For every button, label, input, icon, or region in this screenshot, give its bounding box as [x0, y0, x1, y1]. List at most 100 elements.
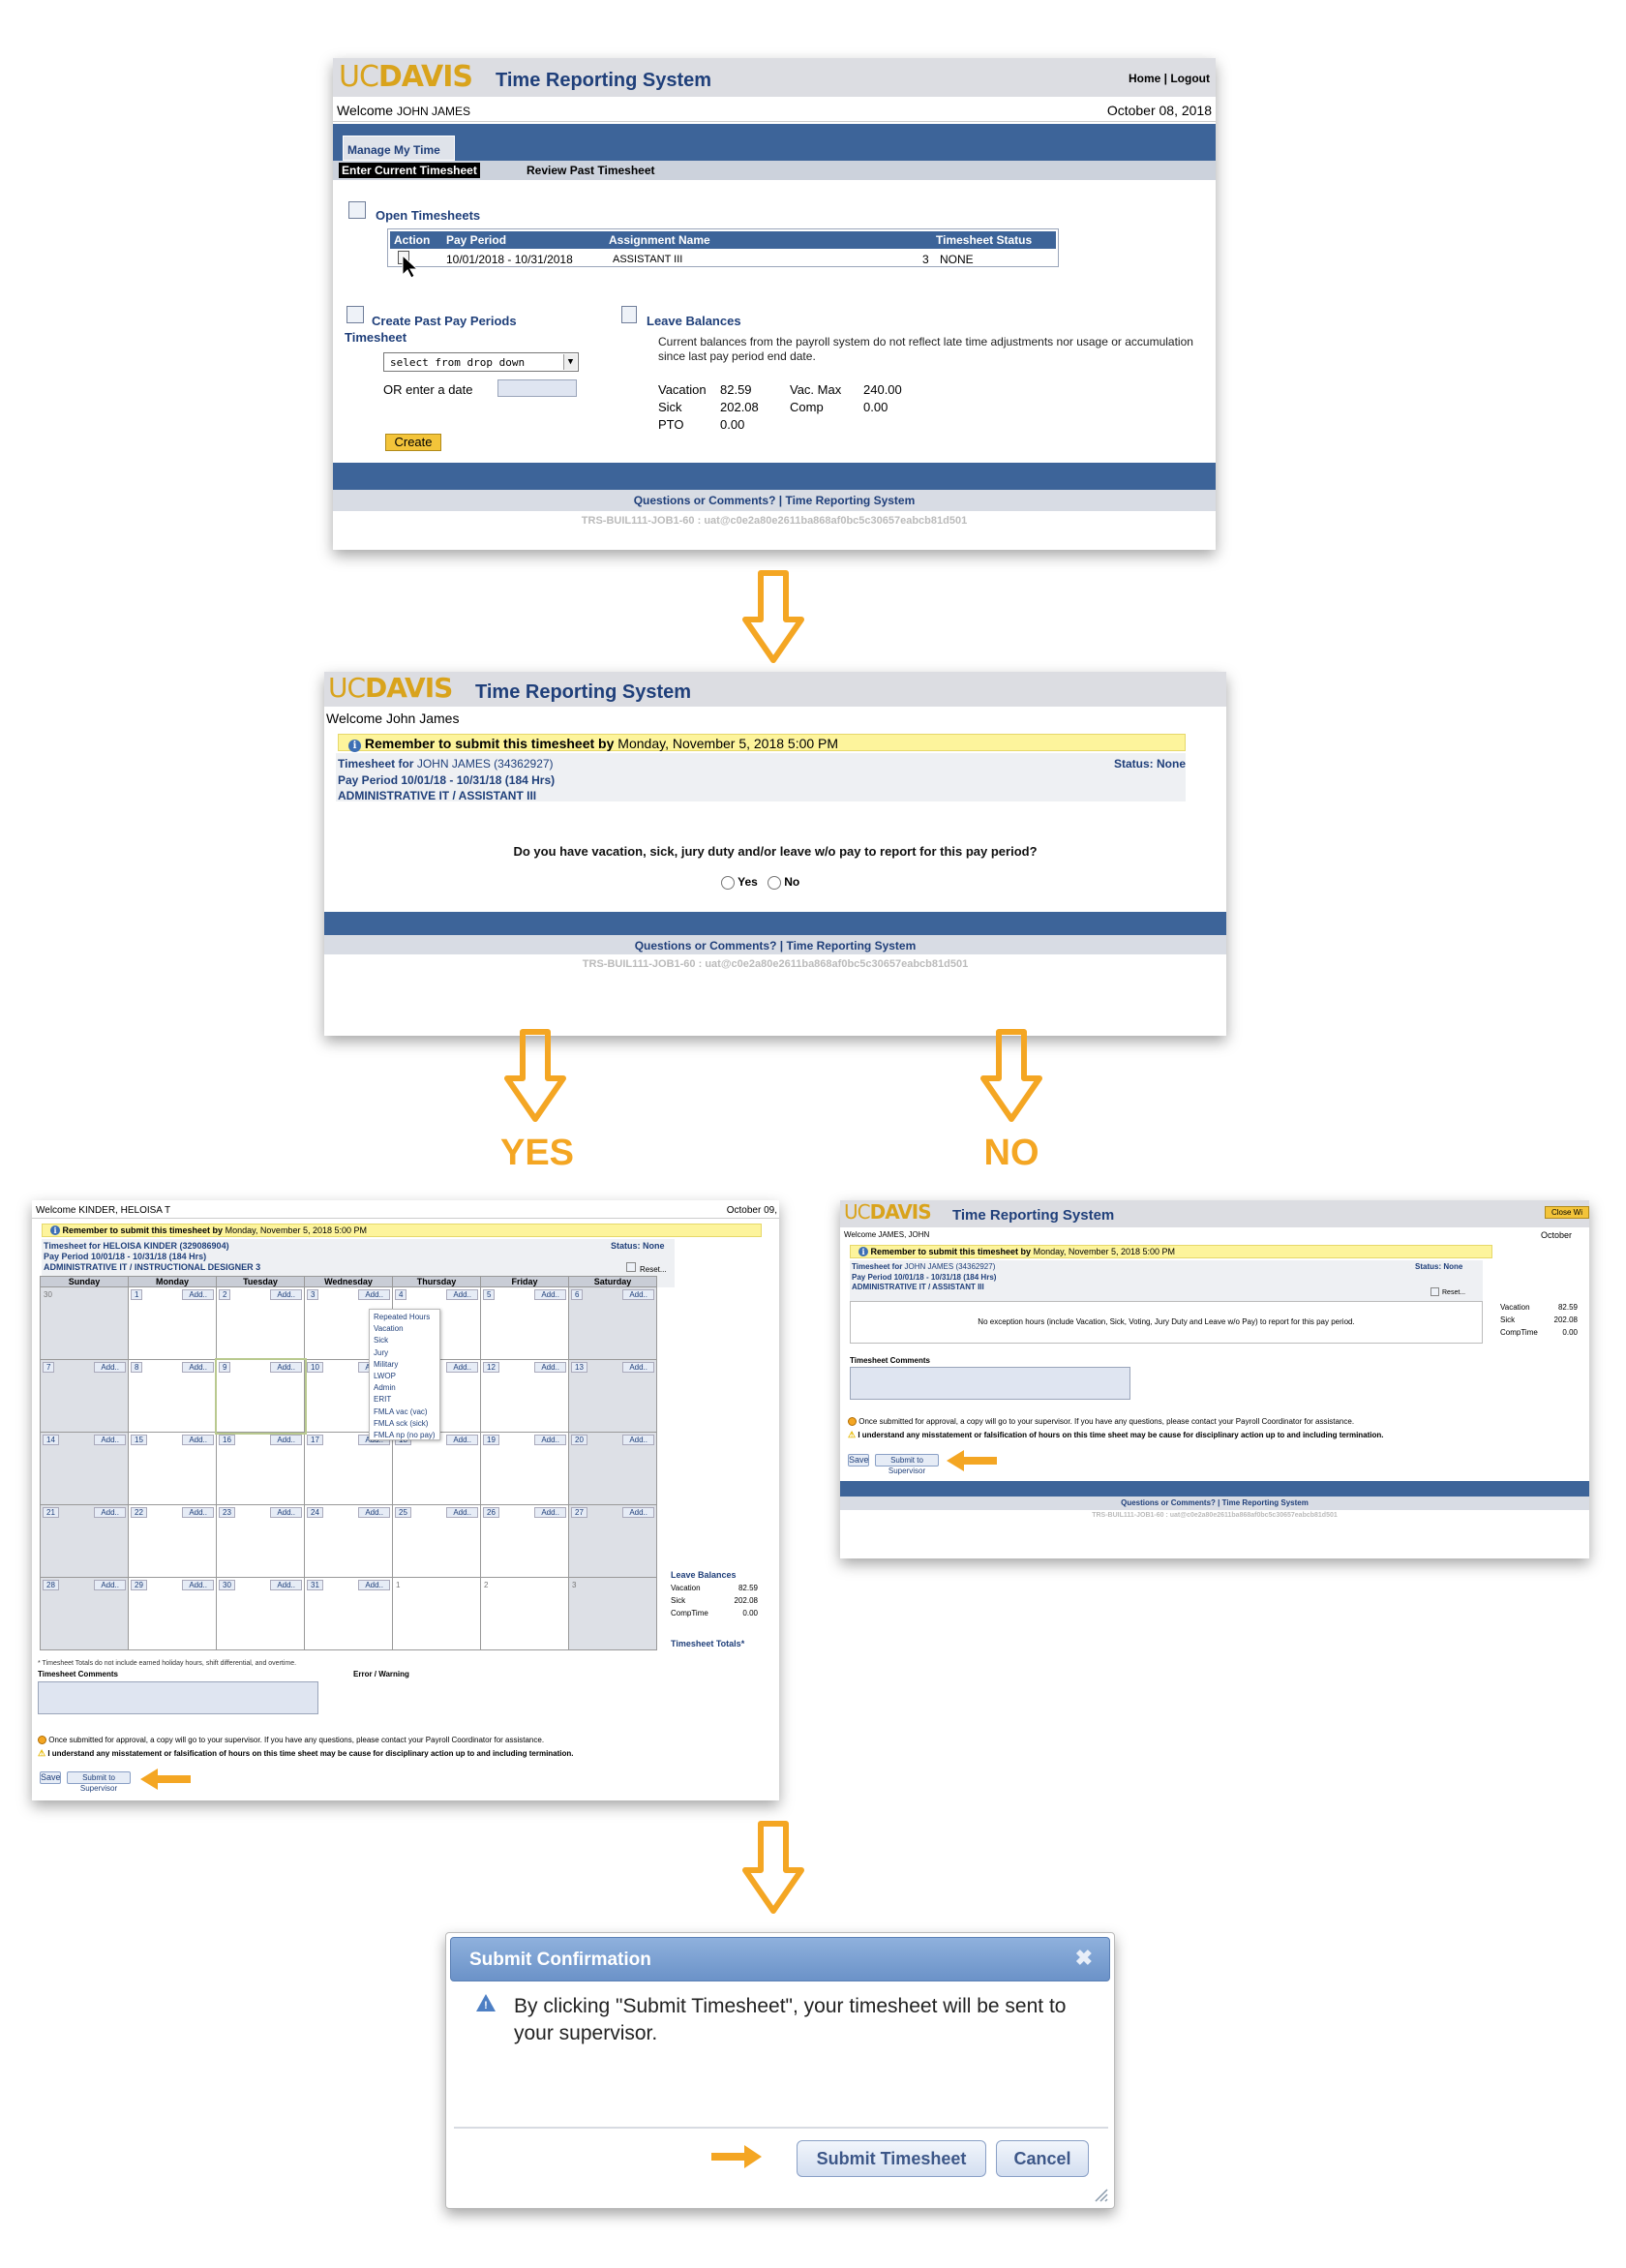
add-hours-link[interactable]: Add..: [94, 1580, 126, 1590]
add-hours-link[interactable]: Add..: [358, 1289, 390, 1300]
add-hours-link[interactable]: Add..: [446, 1289, 478, 1300]
calendar-day-cell[interactable]: Add.. 30: [216, 1577, 305, 1650]
calendar-day-cell[interactable]: Add.. 15: [128, 1432, 217, 1505]
submit-to-supervisor-button[interactable]: Submit to Supervisor: [67, 1771, 131, 1793]
add-hours-link[interactable]: Add..: [270, 1289, 302, 1300]
add-hours-link[interactable]: Add..: [270, 1507, 302, 1518]
menu-item[interactable]: Repeated Hours: [374, 1312, 436, 1323]
reset-link[interactable]: Reset...: [640, 1265, 667, 1274]
tab-manage-my-time[interactable]: Manage My Time: [343, 136, 455, 161]
save-button[interactable]: Save: [848, 1454, 869, 1467]
questions-link[interactable]: Questions or Comments?: [1121, 1498, 1216, 1507]
add-hours-link[interactable]: Add..: [534, 1289, 566, 1300]
calendar-day-cell[interactable]: Add.. 27: [568, 1504, 657, 1578]
menu-item[interactable]: LWOP: [374, 1371, 436, 1382]
reset-icon[interactable]: [626, 1262, 636, 1272]
add-hours-menu[interactable]: Repeated Hours Vacation Sick Jury Military LW…: [369, 1309, 440, 1440]
add-hours-link[interactable]: Add..: [270, 1435, 302, 1445]
questions-link[interactable]: Questions or Comments?: [635, 939, 777, 953]
trs-link[interactable]: Time Reporting System: [786, 939, 916, 953]
calendar-day-cell[interactable]: Add.. 29: [128, 1577, 217, 1650]
comments-textarea[interactable]: [850, 1367, 1130, 1400]
add-hours-link[interactable]: Add..: [94, 1435, 126, 1445]
add-hours-link[interactable]: Add..: [182, 1580, 214, 1590]
calendar-day-cell[interactable]: Add.. 23: [216, 1504, 305, 1578]
submit-timesheet-button[interactable]: Submit Timesheet: [797, 2140, 986, 2177]
add-hours-link[interactable]: Add..: [446, 1362, 478, 1373]
calendar-day-cell[interactable]: Add.. 26: [480, 1504, 569, 1578]
calendar-day-cell[interactable]: Add.. 22: [128, 1504, 217, 1578]
calendar-day-cell[interactable]: 30: [40, 1286, 129, 1360]
trs-link[interactable]: Time Reporting System: [785, 494, 915, 507]
add-hours-link[interactable]: Add..: [182, 1362, 214, 1373]
calendar-day-cell[interactable]: Add.. 25: [392, 1504, 481, 1578]
reset-link[interactable]: Reset...: [1442, 1289, 1465, 1296]
questions-link[interactable]: Questions or Comments?: [634, 494, 776, 507]
submit-to-supervisor-button[interactable]: Submit to Supervisor: [875, 1454, 939, 1475]
close-icon[interactable]: ✖: [1075, 1946, 1093, 1971]
menu-item[interactable]: Sick: [374, 1335, 436, 1346]
add-hours-link[interactable]: Add..: [622, 1362, 654, 1373]
calendar-day-cell[interactable]: Add.. 7: [40, 1359, 129, 1433]
calendar-day-cell[interactable]: Add.. 31: [304, 1577, 393, 1650]
calendar-day-cell[interactable]: Add.. 1: [128, 1286, 217, 1360]
calendar-day-cell[interactable]: Add.. 9: [214, 1357, 307, 1435]
yes-radio[interactable]: [721, 875, 735, 890]
subtab-enter-current[interactable]: Enter Current Timesheet: [339, 163, 480, 178]
home-link[interactable]: Home: [1129, 72, 1160, 85]
menu-item[interactable]: FMLA vac (vac): [374, 1406, 436, 1418]
calendar-day-cell[interactable]: 1: [392, 1577, 481, 1650]
calendar-day-cell[interactable]: Add.. 8: [128, 1359, 217, 1433]
menu-item[interactable]: Vacation: [374, 1323, 436, 1335]
comments-textarea[interactable]: [38, 1681, 318, 1714]
pay-period-dropdown[interactable]: select from drop down ▼: [383, 352, 579, 372]
calendar-day-cell[interactable]: Add.. 6: [568, 1286, 657, 1360]
calendar-day-cell[interactable]: Add..17: [304, 1432, 393, 1505]
no-radio[interactable]: [767, 875, 781, 890]
logout-link[interactable]: Logout: [1170, 72, 1210, 85]
calendar-day-cell[interactable]: Add.. 19: [480, 1432, 569, 1505]
add-hours-link[interactable]: Add..: [94, 1507, 126, 1518]
date-input[interactable]: [497, 379, 577, 397]
menu-item[interactable]: Jury: [374, 1347, 436, 1359]
add-hours-link[interactable]: Add..: [622, 1507, 654, 1518]
calendar-day-cell[interactable]: Add.. 16: [216, 1432, 305, 1505]
menu-item[interactable]: Admin: [374, 1382, 436, 1394]
calendar-day-cell[interactable]: Add.. 2: [216, 1286, 305, 1360]
add-hours-link[interactable]: Add..: [622, 1289, 654, 1300]
menu-item[interactable]: FMLA sck (sick): [374, 1418, 436, 1430]
add-hours-link[interactable]: Add..: [358, 1507, 390, 1518]
calendar-day-cell[interactable]: Add.. 5: [480, 1286, 569, 1360]
close-window-button[interactable]: Close Wi: [1544, 1206, 1589, 1219]
subtab-review-past[interactable]: Review Past Timesheet: [527, 164, 655, 177]
menu-item[interactable]: Military: [374, 1359, 436, 1371]
add-hours-link[interactable]: Add..: [358, 1580, 390, 1590]
add-hours-link[interactable]: Add..: [534, 1362, 566, 1373]
add-hours-link[interactable]: Add..: [182, 1435, 214, 1445]
add-hours-link[interactable]: Add..: [94, 1362, 126, 1373]
menu-item[interactable]: ERIT: [374, 1394, 436, 1406]
add-hours-link[interactable]: Add..: [622, 1435, 654, 1445]
create-button[interactable]: Create: [385, 434, 441, 451]
calendar-day-cell[interactable]: 2: [480, 1577, 569, 1650]
calendar-day-cell[interactable]: Add.. 20: [568, 1432, 657, 1505]
calendar-day-cell[interactable]: Add.. 14: [40, 1432, 129, 1505]
menu-item[interactable]: FMLA np (no pay): [374, 1430, 436, 1441]
resize-grip-icon[interactable]: [1091, 2185, 1108, 2202]
add-hours-link[interactable]: Add..: [182, 1289, 214, 1300]
cancel-button[interactable]: Cancel: [996, 2140, 1089, 2177]
reset-icon[interactable]: [1430, 1287, 1439, 1296]
add-hours-link[interactable]: Add..: [534, 1507, 566, 1518]
calendar-day-cell[interactable]: 3: [568, 1577, 657, 1650]
calendar-day-cell[interactable]: Add.. 12: [480, 1359, 569, 1433]
trs-link[interactable]: Time Reporting System: [1222, 1498, 1309, 1507]
calendar-day-cell[interactable]: Add.. 24: [304, 1504, 393, 1578]
add-hours-link[interactable]: Add..: [446, 1435, 478, 1445]
add-hours-link[interactable]: Add..: [270, 1580, 302, 1590]
add-hours-link[interactable]: Add..: [270, 1362, 302, 1373]
save-button[interactable]: Save: [40, 1771, 61, 1784]
calendar-day-cell[interactable]: Add.. 21: [40, 1504, 129, 1578]
add-hours-link[interactable]: Add..: [534, 1435, 566, 1445]
calendar-day-cell[interactable]: Add.. 28: [40, 1577, 129, 1650]
add-hours-link[interactable]: Add..: [182, 1507, 214, 1518]
